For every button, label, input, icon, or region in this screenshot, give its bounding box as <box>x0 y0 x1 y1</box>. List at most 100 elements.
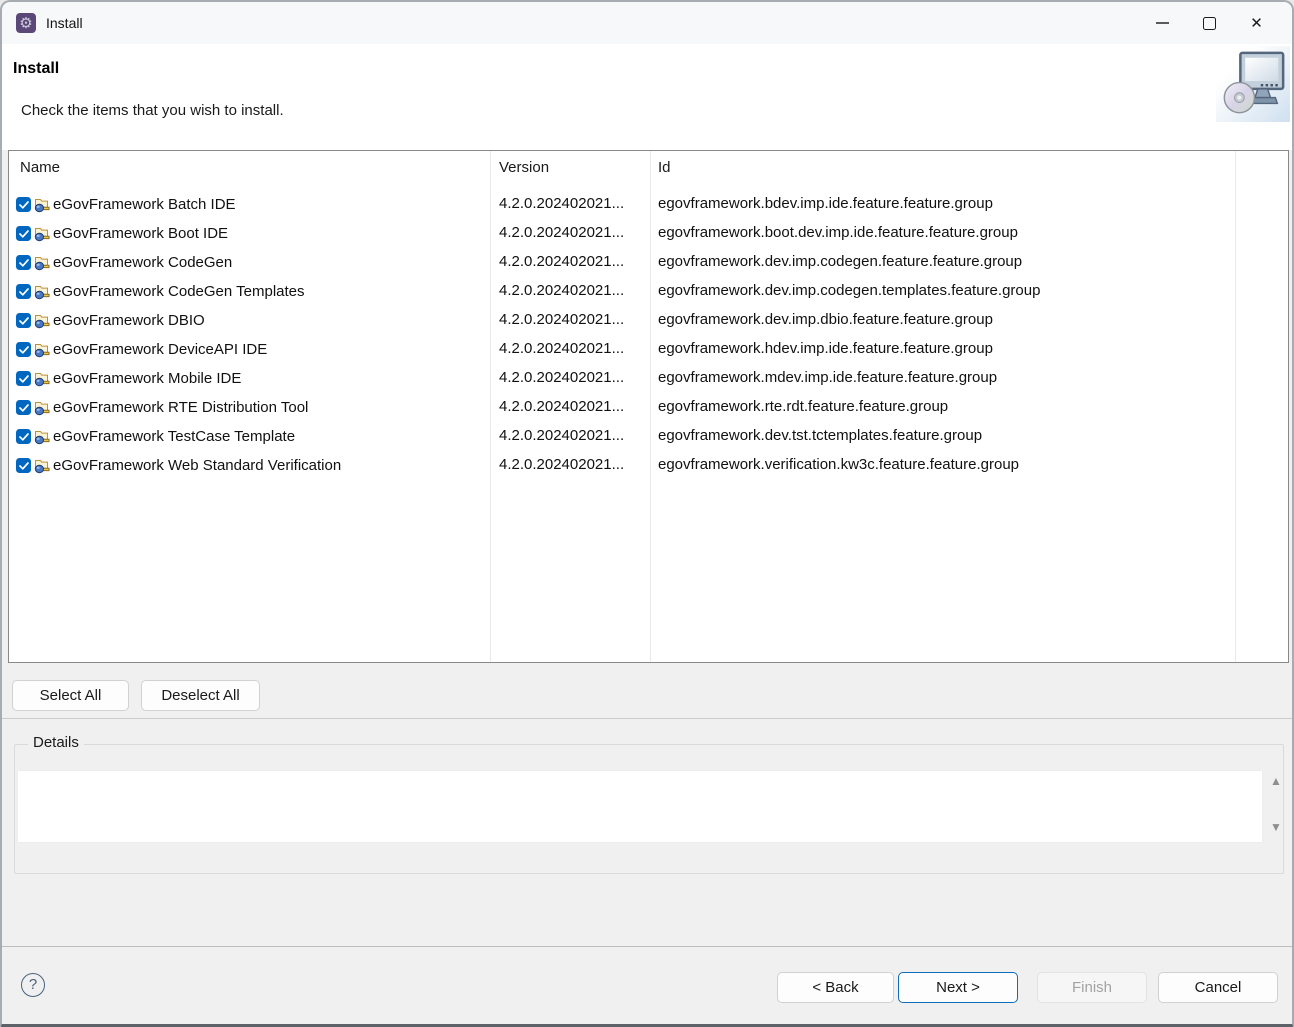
table-row[interactable]: eGovFramework Mobile IDE 4.2.0.202402021… <box>9 364 1288 393</box>
feature-package-icon <box>34 255 51 271</box>
row-name: eGovFramework DeviceAPI IDE <box>53 341 267 358</box>
separator <box>2 718 1292 719</box>
back-button[interactable]: < Back <box>777 972 894 1003</box>
monitor-with-cd-icon <box>1218 49 1288 119</box>
help-button[interactable]: ? <box>21 973 45 997</box>
column-header-id[interactable]: Id <box>658 159 671 176</box>
check-icon <box>19 259 29 267</box>
row-version: 4.2.0.202402021... <box>499 195 624 212</box>
row-version: 4.2.0.202402021... <box>499 282 624 299</box>
table-row[interactable]: eGovFramework TestCase Template 4.2.0.20… <box>9 422 1288 451</box>
scroll-up-button[interactable]: ▲ <box>1267 773 1285 789</box>
row-id: egovframework.dev.tst.tctemplates.featur… <box>658 427 982 444</box>
table-row[interactable]: eGovFramework DBIO 4.2.0.202402021... eg… <box>9 306 1288 335</box>
check-icon <box>19 346 29 354</box>
title-bar: ⚙ Install ✕ <box>2 2 1292 44</box>
row-checkbox-checked[interactable] <box>16 255 31 270</box>
row-id: egovframework.dev.imp.dbio.feature.featu… <box>658 311 993 328</box>
window-controls: ✕ <box>1139 2 1292 44</box>
cancel-button[interactable]: Cancel <box>1158 972 1278 1003</box>
check-icon <box>19 317 29 325</box>
row-checkbox-checked[interactable] <box>16 400 31 415</box>
row-name: eGovFramework Boot IDE <box>53 225 228 242</box>
table-row[interactable]: eGovFramework DeviceAPI IDE 4.2.0.202402… <box>9 335 1288 364</box>
feature-package-icon <box>34 458 51 474</box>
row-checkbox-checked[interactable] <box>16 197 31 212</box>
feature-package-icon <box>34 313 51 329</box>
table-row[interactable]: eGovFramework CodeGen Templates 4.2.0.20… <box>9 277 1288 306</box>
row-name: eGovFramework DBIO <box>53 312 205 329</box>
name-cell: eGovFramework RTE Distribution Tool <box>16 393 488 422</box>
feature-package-icon <box>34 342 51 358</box>
row-checkbox-checked[interactable] <box>16 342 31 357</box>
row-name: eGovFramework Batch IDE <box>53 196 236 213</box>
check-icon <box>19 462 29 470</box>
separator <box>2 946 1292 947</box>
check-icon <box>19 375 29 383</box>
name-cell: eGovFramework Boot IDE <box>16 219 488 248</box>
row-version: 4.2.0.202402021... <box>499 311 624 328</box>
minimize-button[interactable] <box>1139 2 1186 44</box>
check-icon <box>19 404 29 412</box>
table-body: eGovFramework Batch IDE 4.2.0.202402021.… <box>9 190 1288 480</box>
name-cell: eGovFramework CodeGen <box>16 248 488 277</box>
check-icon <box>19 230 29 238</box>
details-group: Details ▲ ▼ <box>14 744 1284 874</box>
page-title: Install <box>13 60 59 78</box>
row-checkbox-checked[interactable] <box>16 458 31 473</box>
wizard-header: Install Check the items that you wish to… <box>2 44 1292 150</box>
row-id: egovframework.hdev.imp.ide.feature.featu… <box>658 340 993 357</box>
details-label: Details <box>28 734 84 751</box>
table-row[interactable]: eGovFramework RTE Distribution Tool 4.2.… <box>9 393 1288 422</box>
app-gear-icon: ⚙ <box>16 13 36 33</box>
maximize-icon <box>1203 17 1216 30</box>
maximize-button[interactable] <box>1186 2 1233 44</box>
row-id: egovframework.verification.kw3c.feature.… <box>658 456 1019 473</box>
row-id: egovframework.rte.rdt.feature.feature.gr… <box>658 398 948 415</box>
row-version: 4.2.0.202402021... <box>499 398 624 415</box>
name-cell: eGovFramework TestCase Template <box>16 422 488 451</box>
column-header-name[interactable]: Name <box>20 159 60 176</box>
feature-package-icon <box>34 284 51 300</box>
row-version: 4.2.0.202402021... <box>499 427 624 444</box>
row-version: 4.2.0.202402021... <box>499 456 624 473</box>
row-checkbox-checked[interactable] <box>16 429 31 444</box>
table-row[interactable]: eGovFramework Batch IDE 4.2.0.202402021.… <box>9 190 1288 219</box>
feature-package-icon <box>34 371 51 387</box>
finish-button[interactable]: Finish <box>1037 972 1147 1003</box>
row-name: eGovFramework CodeGen Templates <box>53 283 305 300</box>
page-subtitle: Check the items that you wish to install… <box>21 102 284 119</box>
scroll-down-button[interactable]: ▼ <box>1267 819 1285 835</box>
row-id: egovframework.dev.imp.codegen.feature.fe… <box>658 253 1022 270</box>
close-icon: ✕ <box>1250 16 1263 31</box>
feature-package-icon <box>34 226 51 242</box>
close-button[interactable]: ✕ <box>1233 2 1280 44</box>
name-cell: eGovFramework DBIO <box>16 306 488 335</box>
row-checkbox-checked[interactable] <box>16 226 31 241</box>
row-checkbox-checked[interactable] <box>16 313 31 328</box>
minimize-icon <box>1156 22 1169 23</box>
row-checkbox-checked[interactable] <box>16 284 31 299</box>
name-cell: eGovFramework CodeGen Templates <box>16 277 488 306</box>
check-icon <box>19 288 29 296</box>
deselect-all-button[interactable]: Deselect All <box>141 680 260 711</box>
row-version: 4.2.0.202402021... <box>499 340 624 357</box>
feature-package-icon <box>34 429 51 445</box>
table-row[interactable]: eGovFramework Web Standard Verification … <box>9 451 1288 480</box>
row-name: eGovFramework TestCase Template <box>53 428 295 445</box>
row-id: egovframework.bdev.imp.ide.feature.featu… <box>658 195 993 212</box>
install-dialog-window: ⚙ Install ✕ Install Check the items that… <box>0 0 1294 1027</box>
table-row[interactable]: eGovFramework CodeGen 4.2.0.202402021...… <box>9 248 1288 277</box>
select-all-button[interactable]: Select All <box>12 680 129 711</box>
check-icon <box>19 201 29 209</box>
table-row[interactable]: eGovFramework Boot IDE 4.2.0.202402021..… <box>9 219 1288 248</box>
row-version: 4.2.0.202402021... <box>499 224 624 241</box>
name-cell: eGovFramework Mobile IDE <box>16 364 488 393</box>
column-header-version[interactable]: Version <box>499 159 549 176</box>
table-header: Name Version Id <box>9 151 1288 189</box>
details-textbox[interactable] <box>17 770 1263 843</box>
row-id: egovframework.boot.dev.imp.ide.feature.f… <box>658 224 1018 241</box>
row-checkbox-checked[interactable] <box>16 371 31 386</box>
row-id: egovframework.mdev.imp.ide.feature.featu… <box>658 369 997 386</box>
next-button[interactable]: Next > <box>898 972 1018 1003</box>
